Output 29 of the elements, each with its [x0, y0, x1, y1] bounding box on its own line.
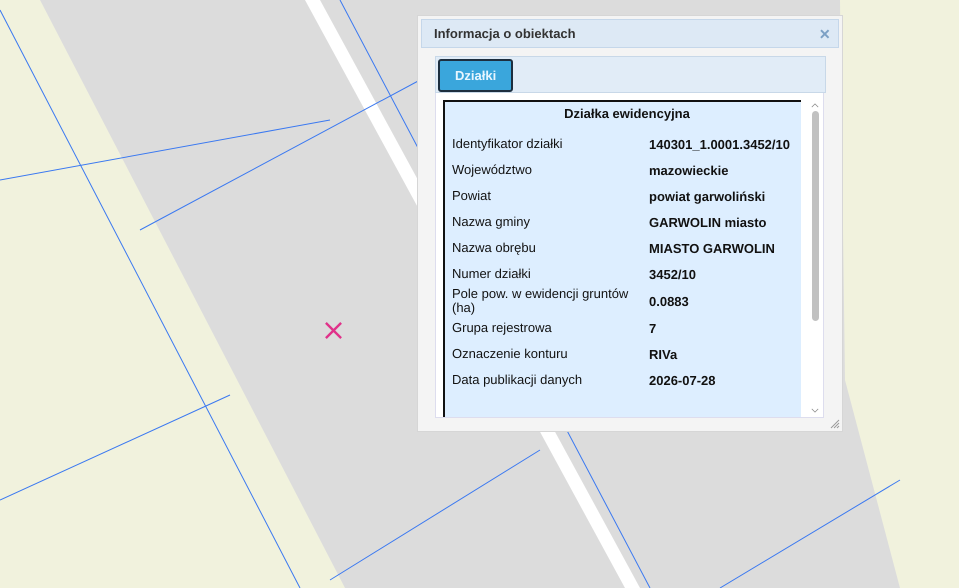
- attribute-label: Oznaczenie konturu: [452, 347, 569, 361]
- attribute-value: mazowieckie: [649, 162, 728, 178]
- attribute-value: MIASTO GARWOLIN: [649, 240, 775, 256]
- attribute-value: GARWOLIN miasto: [649, 214, 766, 230]
- scroll-up-icon[interactable]: [811, 103, 819, 108]
- attribute-label: Pole pow. w ewidencji gruntów (ha): [452, 287, 630, 315]
- table-heading: Działka ewidencyjna: [563, 106, 691, 121]
- attribute-label: Powiat: [452, 189, 492, 203]
- attribute-value: powiat garwoliński: [649, 188, 766, 204]
- attribute-label: Nazwa obrębu: [452, 241, 537, 255]
- attribute-label: Grupa rejestrowa: [452, 321, 553, 335]
- attribute-value: 2026-07-28: [649, 372, 716, 388]
- attribute-label: Numer działki: [452, 267, 532, 281]
- scroll-thumb[interactable]: [812, 111, 818, 321]
- attribute-value: 140301_1.0001.3452/10: [649, 136, 790, 152]
- resize-grip-icon[interactable]: [830, 419, 840, 429]
- attribute-label: Data publikacji danych: [452, 373, 584, 387]
- attribute-label: Identyfikator działki: [452, 137, 564, 151]
- attribute-value: 7: [649, 320, 656, 336]
- attribute-value: RIVa: [649, 346, 678, 362]
- tab[interactable]: Działki: [438, 59, 514, 92]
- scroll-down-icon[interactable]: [811, 408, 819, 413]
- attribute-value: 0.0883: [649, 294, 689, 308]
- attribute-value: 3452/10: [649, 266, 696, 282]
- cross-marker-icon: [324, 321, 343, 340]
- close-button[interactable]: ×: [819, 24, 830, 42]
- dialog-title: Informacja o obiektach: [434, 26, 576, 41]
- attribute-label: Nazwa gminy: [452, 215, 532, 229]
- attribute-label: Województwo: [452, 163, 533, 177]
